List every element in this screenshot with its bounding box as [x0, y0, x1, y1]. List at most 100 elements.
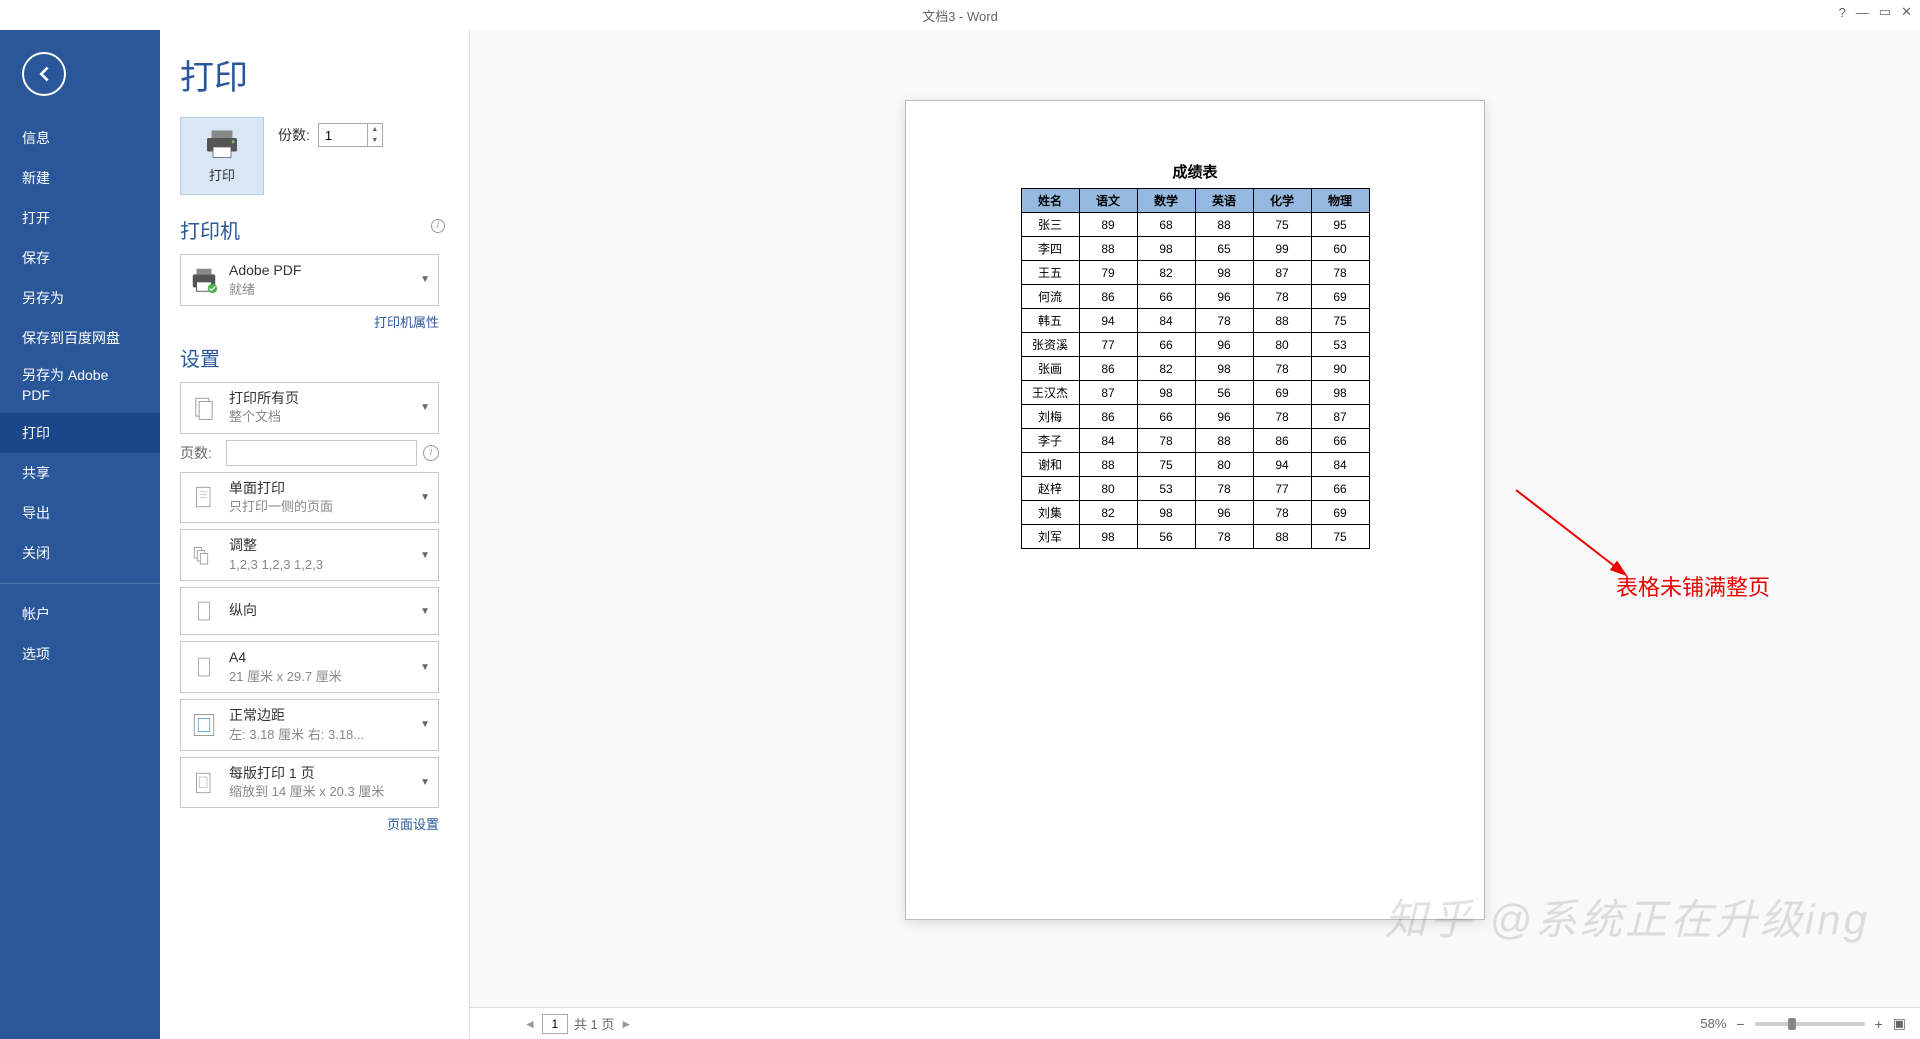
table-row: 赵梓8053787766 — [1021, 477, 1369, 501]
table-row: 王汉杰8798566998 — [1021, 381, 1369, 405]
paper-icon — [189, 652, 219, 682]
chevron-down-icon: ▼ — [420, 662, 430, 673]
zoom-slider[interactable] — [1755, 1022, 1865, 1026]
table-header: 化学 — [1253, 189, 1311, 213]
table-row: 李四8898659960 — [1021, 237, 1369, 261]
minimize-button[interactable]: — — [1856, 5, 1869, 20]
table-header: 数学 — [1137, 189, 1195, 213]
chevron-down-icon: ▼ — [420, 550, 430, 561]
pages-input[interactable] — [226, 440, 417, 466]
chevron-down-icon: ▼ — [420, 606, 430, 617]
margins-icon — [189, 710, 219, 740]
sidebar-item[interactable]: 信息 — [0, 118, 160, 158]
table-row: 张画8682987890 — [1021, 357, 1369, 381]
sidebar-item[interactable]: 新建 — [0, 158, 160, 198]
copies-spinner[interactable]: ▲ ▼ — [318, 123, 383, 147]
table-row: 韩五9484788875 — [1021, 309, 1369, 333]
table-row: 王五7982988778 — [1021, 261, 1369, 285]
zoom-value: 58% — [1700, 1016, 1726, 1031]
page-icon — [189, 482, 219, 512]
table-row: 刘集8298967869 — [1021, 501, 1369, 525]
close-button[interactable]: ✕ — [1901, 4, 1912, 20]
printer-select[interactable]: Adobe PDF 就绪 ▼ — [180, 254, 439, 306]
table-row: 谢和8875809484 — [1021, 453, 1369, 477]
table-title: 成绩表 — [996, 161, 1394, 182]
margins-select[interactable]: 正常边距左: 3.18 厘米 右: 3.18... ▼ — [180, 699, 439, 751]
chevron-down-icon: ▼ — [420, 492, 430, 503]
info-icon[interactable]: i — [423, 445, 439, 461]
chevron-down-icon: ▼ — [420, 719, 430, 730]
page-title: 打印 — [180, 50, 439, 99]
page-number-input[interactable] — [542, 1014, 568, 1034]
copies-down-icon[interactable]: ▼ — [368, 135, 382, 146]
collate-select[interactable]: 调整1,2,3 1,2,3 1,2,3 ▼ — [180, 529, 439, 581]
back-button[interactable] — [22, 52, 66, 96]
table-row: 刘梅8666967887 — [1021, 405, 1369, 429]
sidebar-separator — [0, 583, 160, 584]
copies-input[interactable] — [319, 124, 367, 146]
print-preview: 成绩表 姓名语文数学英语化学物理 张三8968887595李四889865996… — [470, 30, 1920, 1039]
page-setup-link[interactable]: 页面设置 — [180, 814, 439, 833]
chevron-down-icon: ▼ — [420, 274, 430, 285]
backstage-sidebar: 信息新建打开保存另存为保存到百度网盘另存为 Adobe PDF打印共享导出关闭 … — [0, 30, 160, 1039]
info-icon[interactable]: i — [431, 219, 445, 233]
annotation: 表格未铺满整页 — [1616, 570, 1770, 602]
printer-device-icon — [189, 265, 219, 295]
sidebar-item[interactable]: 保存到百度网盘 — [0, 318, 160, 358]
table-header: 语文 — [1079, 189, 1137, 213]
sidebar-item[interactable]: 选项 — [0, 634, 160, 674]
copies-label: 份数: — [278, 125, 310, 145]
zoom-out-button[interactable]: − — [1736, 1016, 1744, 1032]
paper-size-select[interactable]: A421 厘米 x 29.7 厘米 ▼ — [180, 641, 439, 693]
pages-label: 页数: — [180, 443, 220, 463]
scale-select[interactable]: 每版打印 1 页缩放到 14 厘米 x 20.3 厘米 ▼ — [180, 757, 439, 809]
printer-properties-link[interactable]: 打印机属性 — [180, 312, 439, 331]
sidebar-item[interactable]: 另存为 Adobe PDF — [0, 358, 160, 413]
table-row: 李子8478888666 — [1021, 429, 1369, 453]
chevron-down-icon: ▼ — [420, 402, 430, 413]
chevron-down-icon: ▼ — [420, 777, 430, 788]
page-total-label: 共 1 页 — [574, 1014, 614, 1033]
table-header: 姓名 — [1021, 189, 1079, 213]
printer-name: Adobe PDF — [229, 261, 414, 281]
print-range-select[interactable]: 打印所有页整个文档 ▼ — [180, 382, 439, 434]
sidebar-item[interactable]: 关闭 — [0, 533, 160, 573]
table-row: 张资溪7766968053 — [1021, 333, 1369, 357]
arrow-icon — [1506, 480, 1646, 590]
collate-icon — [189, 540, 219, 570]
portrait-icon — [189, 596, 219, 626]
sidebar-item[interactable]: 共享 — [0, 453, 160, 493]
printer-status: 就绪 — [229, 281, 414, 299]
fit-page-button[interactable]: ▣ — [1893, 1015, 1906, 1032]
window-controls: ? — ▭ ✕ — [1839, 4, 1912, 20]
prev-page-button[interactable]: ◄ — [524, 1017, 536, 1031]
sidebar-item[interactable]: 打开 — [0, 198, 160, 238]
pages-icon — [189, 393, 219, 423]
print-button[interactable]: 打印 — [180, 117, 264, 195]
scale-icon — [189, 768, 219, 798]
table-row: 刘军9856788875 — [1021, 525, 1369, 549]
sidebar-item[interactable]: 打印 — [0, 413, 160, 453]
printer-icon — [204, 129, 240, 159]
restore-button[interactable]: ▭ — [1879, 4, 1891, 20]
sidebar-item[interactable]: 保存 — [0, 238, 160, 278]
table-header: 英语 — [1195, 189, 1253, 213]
sides-select[interactable]: 单面打印只打印一侧的页面 ▼ — [180, 472, 439, 524]
sidebar-item[interactable]: 导出 — [0, 493, 160, 533]
table-header: 物理 — [1311, 189, 1369, 213]
preview-statusbar: ◄ 共 1 页 ► 58% − + ▣ — [470, 1007, 1920, 1039]
title-bar: 文档3 - Word ? — ▭ ✕ — [0, 0, 1920, 30]
copies-up-icon[interactable]: ▲ — [368, 124, 382, 135]
sidebar-item[interactable]: 另存为 — [0, 278, 160, 318]
next-page-button[interactable]: ► — [620, 1017, 632, 1031]
printer-heading: 打印机 i — [180, 215, 439, 244]
print-settings-panel: 打印 打印 份数: ▲ — [160, 30, 470, 1039]
sidebar-item[interactable]: 帐户 — [0, 594, 160, 634]
annotation-text: 表格未铺满整页 — [1616, 570, 1770, 602]
table-row: 何流8666967869 — [1021, 285, 1369, 309]
preview-page: 成绩表 姓名语文数学英语化学物理 张三8968887595李四889865996… — [905, 100, 1485, 920]
window-title: 文档3 - Word — [922, 6, 998, 25]
zoom-in-button[interactable]: + — [1875, 1016, 1883, 1032]
help-icon[interactable]: ? — [1839, 5, 1846, 20]
orientation-select[interactable]: 纵向 ▼ — [180, 587, 439, 635]
